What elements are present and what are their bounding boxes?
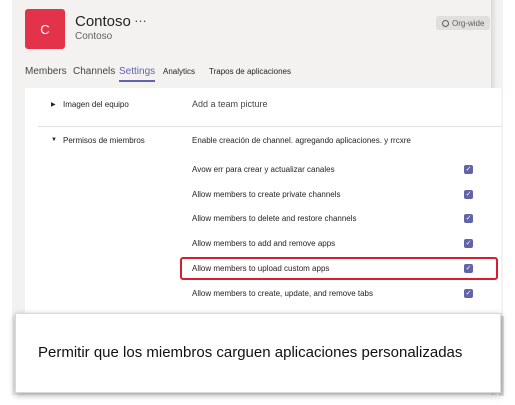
permission-label: Allow members to delete and restore chan… bbox=[192, 214, 357, 223]
permission-row: Allow members to add and remove apps ✓ bbox=[192, 238, 477, 254]
member-permissions-intro: Enable creación de channel. agregando ap… bbox=[192, 136, 411, 145]
permission-row: Allow members to delete and restore chan… bbox=[192, 213, 477, 229]
org-wide-label: Org-wide bbox=[452, 18, 485, 28]
tab-apps[interactable]: Trapos de aplicaciones bbox=[209, 67, 291, 76]
tab-channels[interactable]: Channels bbox=[73, 66, 115, 77]
permission-row: Avow err para crear y actualizar canales… bbox=[192, 164, 477, 180]
section-divider bbox=[38, 126, 501, 127]
globe-icon bbox=[442, 19, 449, 27]
permission-label: Avow err para crear y actualizar canales bbox=[192, 165, 335, 174]
tab-members[interactable]: Members bbox=[25, 66, 67, 77]
permission-row: Allow members to create, update, and rem… bbox=[192, 288, 477, 304]
tab-settings[interactable]: Settings bbox=[119, 66, 156, 82]
avatar-letter: C bbox=[40, 21, 50, 37]
chevron-down-icon[interactable]: ▼ bbox=[51, 137, 57, 143]
org-wide-badge: Org-wide bbox=[436, 16, 491, 30]
callout-text: Permitir que los miembros carguen aplica… bbox=[38, 344, 463, 361]
team-name: Contoso bbox=[75, 13, 131, 30]
permission-checkbox[interactable]: ✓ bbox=[464, 165, 473, 174]
intro-prefix: Enable bbox=[192, 136, 217, 145]
section-title-member-permissions[interactable]: Permisos de miembros bbox=[63, 136, 145, 145]
permission-checkbox[interactable]: ✓ bbox=[464, 239, 473, 248]
intro-text: creación de channel. agregando aplicacio… bbox=[219, 136, 411, 145]
permission-label: Allow members to create private channels bbox=[192, 190, 341, 199]
tab-analytics[interactable]: Analytics bbox=[163, 67, 195, 76]
add-team-picture-link[interactable]: Add a team picture bbox=[192, 99, 268, 109]
more-options-icon[interactable]: … bbox=[134, 10, 148, 25]
permission-label: Allow members to create, update, and rem… bbox=[192, 289, 373, 298]
permission-row: Allow members to create private channels… bbox=[192, 189, 477, 205]
permission-checkbox[interactable]: ✓ bbox=[464, 214, 473, 223]
callout-box: Permitir que los miembros carguen aplica… bbox=[15, 313, 501, 393]
permission-checkbox[interactable]: ✓ bbox=[464, 289, 473, 298]
permission-checkbox[interactable]: ✓ bbox=[464, 190, 473, 199]
highlight-box bbox=[180, 257, 498, 280]
team-avatar: C bbox=[25, 9, 65, 49]
team-subtitle: Contoso bbox=[75, 31, 113, 42]
permission-label: Allow members to add and remove apps bbox=[192, 239, 336, 248]
section-title-team-picture[interactable]: Imagen del equipo bbox=[63, 100, 129, 109]
chevron-right-icon[interactable]: ▶ bbox=[51, 101, 56, 108]
